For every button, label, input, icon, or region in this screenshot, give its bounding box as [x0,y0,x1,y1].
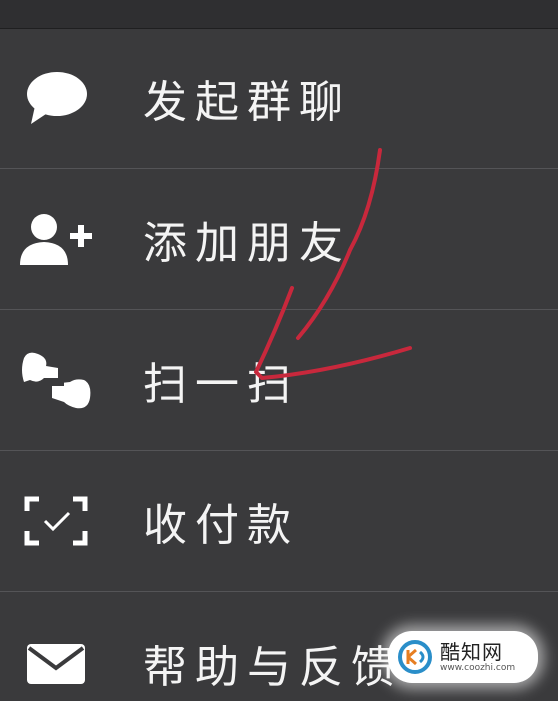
menu-item-label: 添加朋友 [143,218,351,269]
menu-item-label: 帮助与反馈 [143,641,403,693]
menu-item-group-chat[interactable]: 发起群聊 [0,28,558,169]
menu-item-payment[interactable]: 收付款 [0,451,558,592]
chat-bubble-icon [18,68,94,128]
menu-item-label: 收付款 [143,500,299,551]
coozhi-logo-icon [398,640,432,674]
envelope-icon [18,633,94,693]
popup-menu-screen: 发起群聊 添加朋友 扫一扫 收付款 帮助与反馈 酷知网 www.coozhi.c… [0,0,558,701]
coozhi-watermark: 酷知网 www.coozhi.com [388,631,538,683]
menu-item-add-friend[interactable]: 添加朋友 [0,169,558,310]
add-friend-icon [18,209,94,269]
menu-item-label: 扫一扫 [143,359,299,410]
menu-item-scan[interactable]: 扫一扫 [0,310,558,451]
payment-scan-icon [18,491,94,551]
watermark-name: 酷知网 [440,640,503,664]
top-bar [0,0,558,29]
popup-menu: 发起群聊 添加朋友 扫一扫 收付款 帮助与反馈 [0,28,558,701]
menu-item-label: 发起群聊 [143,77,351,128]
watermark-url: www.coozhi.com [440,663,516,673]
scan-icon [18,350,94,410]
